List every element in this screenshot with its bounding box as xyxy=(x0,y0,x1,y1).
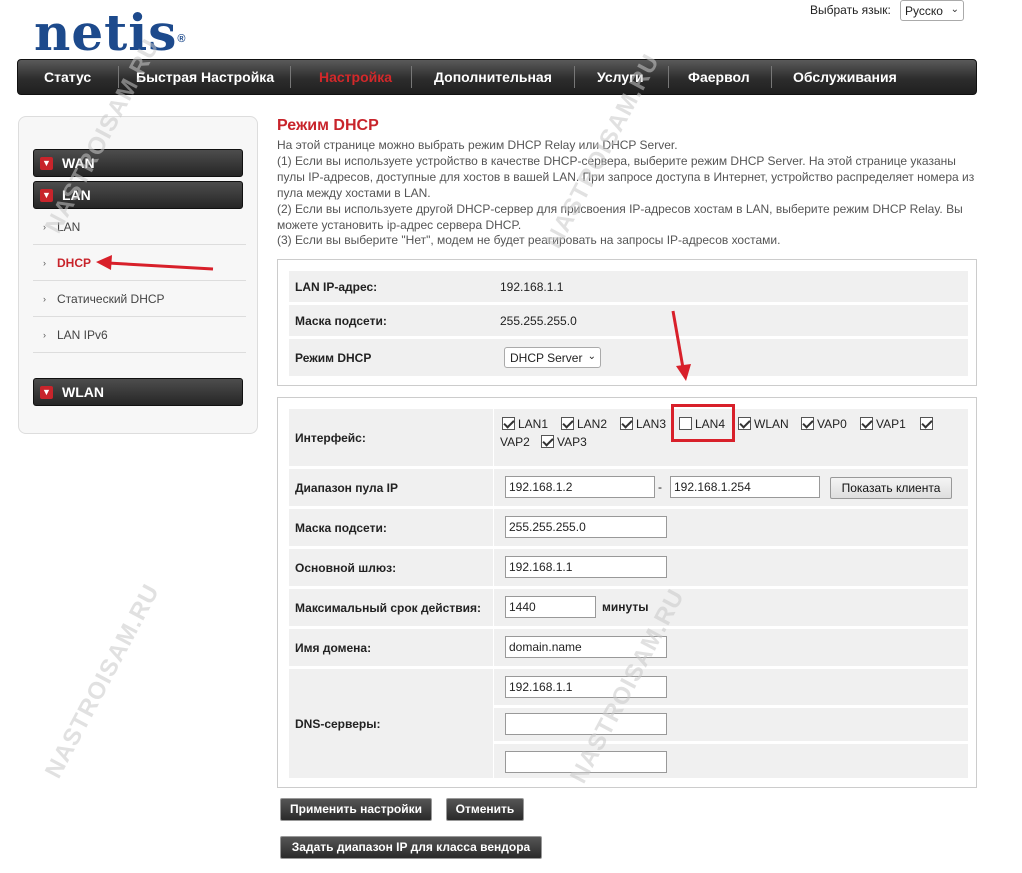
checkbox-vap2-box[interactable] xyxy=(920,417,936,431)
chevron-right-icon: › xyxy=(43,222,46,232)
chevron-right-icon: › xyxy=(43,294,46,304)
cancel-button[interactable]: Отменить xyxy=(446,798,524,821)
dns-label: DNS-серверы: xyxy=(295,716,381,731)
dhcp-mode-select[interactable]: DHCP Server ⌄ xyxy=(504,347,601,368)
language-select[interactable]: Русско ⌄ xyxy=(900,0,964,21)
chevron-down-icon: ▼ xyxy=(40,157,53,170)
sidebar-item-lan-ipv6[interactable]: › LAN IPv6 xyxy=(33,317,246,353)
sidebar-group-lan[interactable]: ▼ LAN xyxy=(33,181,243,209)
ip-pool-start-input[interactable]: 192.168.1.2 xyxy=(505,476,655,498)
top-navigation: Статус Быстрая Настройка Настройка Допол… xyxy=(17,59,977,95)
chevron-down-icon: ⌄ xyxy=(587,351,596,362)
checkbox-lan2[interactable]: LAN2 xyxy=(561,417,607,431)
vendor-ip-range-button[interactable]: Задать диапазон IP для класса вендора xyxy=(280,836,542,859)
lease-label: Максимальный срок действия: xyxy=(295,600,481,615)
lan-ip-row: LAN IP-адрес: 192.168.1.1 xyxy=(289,271,968,302)
checkbox-checked-icon xyxy=(738,417,751,430)
nav-maintenance[interactable]: Обслуживания xyxy=(793,60,897,94)
sidebar-item-lan[interactable]: › LAN xyxy=(33,209,246,245)
dhcp-mode-label: Режим DHCP xyxy=(295,350,372,365)
language-label: Выбрать язык: xyxy=(810,3,891,17)
lan-ip-value: 192.168.1.1 xyxy=(500,279,564,294)
mask-value: 255.255.255.0 xyxy=(500,313,577,328)
dns-server-2-input[interactable] xyxy=(505,713,667,735)
apply-settings-button[interactable]: Применить настройки xyxy=(280,798,432,821)
domain-row: Имя домена: domain.name xyxy=(289,629,968,666)
mask-label: Маска подсети: xyxy=(295,313,387,328)
ip-pool-end-input[interactable]: 192.168.1.254 xyxy=(670,476,820,498)
checkbox-checked-icon xyxy=(502,417,515,430)
highlight-box xyxy=(671,404,735,442)
dns-server-3-input[interactable] xyxy=(505,751,667,773)
lease-input[interactable]: 1440 xyxy=(505,596,596,618)
registered-mark: ® xyxy=(177,33,187,45)
gateway-input[interactable]: 192.168.1.1 xyxy=(505,556,667,578)
dns-server-1-input[interactable]: 192.168.1.1 xyxy=(505,676,667,698)
dhcp-server-panel: Интерфейс: LAN1 LAN2 LAN3 LAN4 WLAN VAP0… xyxy=(277,397,977,788)
gateway-row: Основной шлюз: 192.168.1.1 xyxy=(289,549,968,586)
checkbox-lan3[interactable]: LAN3 xyxy=(620,417,666,431)
sidebar-group-wlan[interactable]: ▼ WLAN xyxy=(33,378,243,406)
checkbox-vap3[interactable]: VAP3 xyxy=(541,435,587,449)
chevron-right-icon: › xyxy=(43,258,46,268)
ip-pool-row: Диапазон пула IP 192.168.1.2 - 192.168.1… xyxy=(289,469,968,506)
server-mask-input[interactable]: 255.255.255.0 xyxy=(505,516,667,538)
checkbox-vap1[interactable]: VAP1 xyxy=(860,417,906,431)
domain-label: Имя домена: xyxy=(295,640,372,655)
dhcp-info-panel: LAN IP-адрес: 192.168.1.1 Маска подсети:… xyxy=(277,259,977,386)
lease-unit: минуты xyxy=(602,600,649,614)
ip-pool-label: Диапазон пула IP xyxy=(295,480,398,495)
chevron-right-icon: › xyxy=(43,330,46,340)
chevron-down-icon: ⌄ xyxy=(950,4,959,15)
checkbox-checked-icon xyxy=(561,417,574,430)
chevron-down-icon: ▼ xyxy=(40,189,53,202)
sidebar-group-wan[interactable]: ▼ WAN xyxy=(33,149,243,177)
checkbox-vap2-label[interactable]: VAP2 xyxy=(500,435,530,449)
server-mask-label: Маска подсети: xyxy=(295,520,387,535)
page-description: На этой странице можно выбрать режим DHC… xyxy=(277,138,975,248)
interface-row: Интерфейс: LAN1 LAN2 LAN3 LAN4 WLAN VAP0… xyxy=(289,409,968,466)
sidebar-item-dhcp[interactable]: › DHCP xyxy=(33,245,246,281)
ip-pool-dash: - xyxy=(658,480,662,494)
gateway-label: Основной шлюз: xyxy=(295,560,397,575)
watermark: NASTROISAM.RU xyxy=(40,579,166,783)
interface-label: Интерфейс: xyxy=(295,430,366,445)
dhcp-mode-row: Режим DHCP DHCP Server ⌄ xyxy=(289,339,968,376)
checkbox-checked-icon xyxy=(801,417,814,430)
mask-row: Маска подсети: 255.255.255.0 xyxy=(289,305,968,336)
sidebar-item-static-dhcp[interactable]: › Статический DHCP xyxy=(33,281,246,317)
nav-status[interactable]: Статус xyxy=(44,60,91,94)
show-clients-button[interactable]: Показать клиента xyxy=(830,477,952,499)
page-title: Режим DHCP xyxy=(277,117,379,134)
server-mask-row: Маска подсети: 255.255.255.0 xyxy=(289,509,968,546)
checkbox-checked-icon xyxy=(860,417,873,430)
nav-firewall[interactable]: Фаервол xyxy=(688,60,750,94)
netis-logo: netis® xyxy=(34,3,187,62)
checkbox-checked-icon xyxy=(620,417,633,430)
nav-settings[interactable]: Настройка xyxy=(319,60,392,94)
checkbox-checked-icon xyxy=(920,417,933,430)
lan-ip-label: LAN IP-адрес: xyxy=(295,279,378,294)
nav-services[interactable]: Услуги xyxy=(597,60,644,94)
chevron-down-icon: ▼ xyxy=(40,386,53,399)
dns-row: DNS-серверы: 192.168.1.1 xyxy=(289,669,968,778)
checkbox-lan1[interactable]: LAN1 xyxy=(502,417,548,431)
checkbox-wlan[interactable]: WLAN xyxy=(738,417,789,431)
checkbox-vap0[interactable]: VAP0 xyxy=(801,417,847,431)
nav-quick-setup[interactable]: Быстрая Настройка xyxy=(136,60,274,94)
lease-row: Максимальный срок действия: 1440 минуты xyxy=(289,589,968,626)
sidebar: ▼ WAN ▼ LAN › LAN › DHCP › Статический DHCP ›… xyxy=(18,116,258,434)
nav-advanced[interactable]: Дополнительная xyxy=(434,60,552,94)
checkbox-checked-icon xyxy=(541,435,554,448)
domain-input[interactable]: domain.name xyxy=(505,636,667,658)
